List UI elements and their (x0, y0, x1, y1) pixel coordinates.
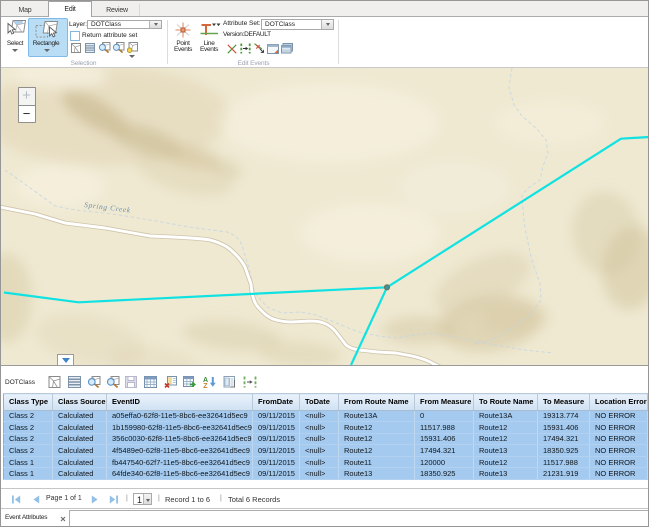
svg-text:Z: Z (203, 383, 208, 388)
